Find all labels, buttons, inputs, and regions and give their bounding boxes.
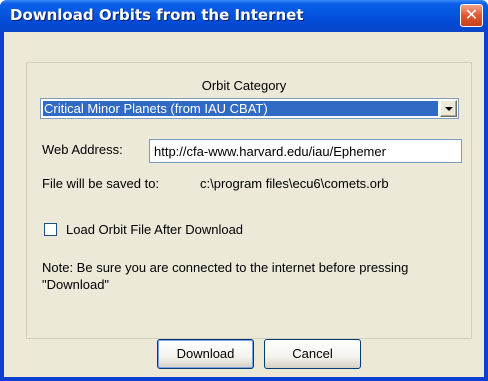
- close-icon: ✕: [464, 5, 479, 24]
- orbit-category-selected: Critical Minor Planets (from IAU CBAT): [43, 101, 438, 116]
- load-orbit-checkbox[interactable]: [44, 223, 57, 236]
- orbit-category-label: Orbit Category: [201, 78, 287, 93]
- chevron-down-icon[interactable]: [440, 100, 457, 117]
- load-orbit-checkbox-label[interactable]: Load Orbit File After Download: [66, 222, 243, 237]
- saved-path-value: c:\program files\ecu6\comets.orb: [200, 176, 389, 191]
- web-address-input[interactable]: [149, 139, 462, 163]
- cancel-button[interactable]: Cancel: [264, 339, 361, 369]
- connection-note: Note: Be sure you are connected to the i…: [42, 260, 409, 292]
- window-title: Download Orbits from the Internet: [10, 6, 304, 24]
- title-bar[interactable]: Download Orbits from the Internet ✕: [0, 0, 488, 32]
- web-address-label: Web Address:: [42, 142, 123, 157]
- saved-to-label: File will be saved to:: [42, 176, 160, 191]
- dialog-body: Orbit Category Critical Minor Planets (f…: [4, 32, 484, 377]
- download-button[interactable]: Download: [157, 339, 254, 369]
- orbit-category-dropdown[interactable]: Critical Minor Planets (from IAU CBAT): [40, 98, 459, 119]
- close-button[interactable]: ✕: [460, 4, 483, 27]
- dialog-window: Download Orbits from the Internet ✕ Orbi…: [0, 0, 488, 381]
